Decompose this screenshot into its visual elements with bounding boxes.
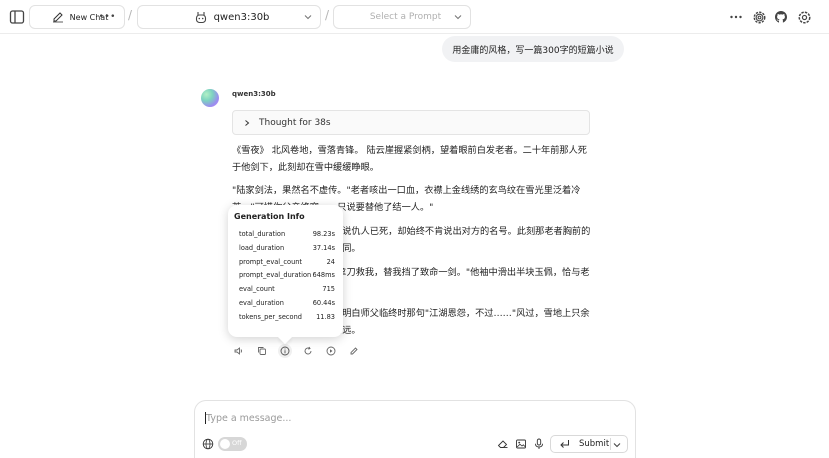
prompt-selector[interactable]: Select a Prompt (333, 5, 471, 29)
new-chat-icon (52, 11, 64, 23)
breadcrumb-separator: / (128, 8, 133, 22)
submit-button[interactable]: Submit (550, 435, 628, 453)
settings-gear-icon[interactable] (795, 8, 813, 26)
gen-info-key: prompt_eval_duration (239, 271, 312, 280)
breadcrumb-separator: / (325, 8, 330, 22)
sidebar-toggle-icon[interactable] (8, 8, 26, 26)
submit-label: Submit (579, 439, 610, 449)
gen-info-value: 11.83 (316, 312, 335, 321)
chevron-down-icon (452, 11, 464, 23)
gen-info-row: total_duration 98.23s (236, 228, 335, 242)
github-icon[interactable] (772, 8, 790, 26)
chevron-down-icon[interactable] (611, 439, 623, 451)
gen-info-key: tokens_per_second (239, 312, 302, 321)
submit-icon (559, 439, 570, 449)
gen-info-value: 715 (322, 285, 335, 294)
microphone-icon[interactable] (533, 438, 545, 450)
gen-info-value: 37.14s (312, 243, 335, 252)
regenerate-icon[interactable] (301, 344, 315, 358)
model-icon (195, 11, 207, 24)
gear-icon[interactable] (750, 8, 768, 26)
response-paragraph: 《雪夜》 北风卷地，雪落青锋。 陆云崖握紧剑柄，望着眼前白发老者。二十年前那人死… (232, 145, 587, 173)
message-composer: Type a message... Off Submit (194, 400, 636, 458)
new-chat-button[interactable]: New Chat ••• (29, 5, 125, 29)
message-actions (232, 344, 370, 358)
gen-info-value: 648ms (312, 271, 335, 280)
assistant-model-name: qwen3:30b (232, 90, 276, 98)
continue-icon[interactable] (324, 344, 338, 358)
more-options-icon[interactable]: ••• (99, 12, 116, 22)
gen-info-row: eval_count 715 (236, 283, 335, 297)
toggle-label: Off (232, 439, 242, 447)
prompt-placeholder: Select a Prompt (369, 12, 442, 22)
chevron-right-icon (243, 119, 251, 127)
info-icon[interactable] (278, 344, 292, 358)
model-avatar (201, 89, 219, 107)
gen-info-key: total_duration (239, 230, 286, 238)
globe-icon[interactable] (202, 438, 214, 450)
chevron-down-icon (302, 11, 314, 23)
gen-info-value: 98.23s (312, 230, 335, 238)
gen-info-row: prompt_eval_duration 648ms (236, 269, 335, 283)
thought-toggle[interactable]: Thought for 38s (232, 110, 590, 135)
image-icon[interactable] (515, 438, 527, 450)
more-icon[interactable] (727, 8, 745, 26)
generation-info-title: Generation Info (234, 212, 305, 221)
copy-icon[interactable] (255, 344, 269, 358)
user-message-bubble: 用金庸的风格，写一篇300字的短篇小说 (442, 36, 624, 62)
gen-info-value: 60.44s (312, 298, 335, 307)
gen-info-row: eval_duration 60.44s (236, 297, 335, 311)
gen-info-key: eval_duration (239, 298, 284, 307)
gen-info-key: eval_count (239, 285, 275, 294)
gen-info-row: load_duration 37.14s (236, 242, 335, 256)
message-input[interactable]: Type a message... (206, 413, 291, 424)
gen-info-value: 24 (326, 257, 335, 266)
thought-label: Thought for 38s (259, 117, 331, 128)
generation-info-tooltip: Generation Info total_duration 98.23s lo… (228, 205, 343, 345)
top-bar: New Chat ••• / qwen3:30b / Select a Prom… (0, 0, 829, 34)
toggle-knob (220, 439, 230, 449)
gen-info-row: tokens_per_second 11.83 (236, 311, 335, 325)
gen-info-key: load_duration (239, 243, 285, 252)
read-aloud-icon[interactable] (232, 344, 246, 358)
web-search-toggle[interactable]: Off (218, 437, 247, 451)
edit-pencil-icon[interactable] (347, 344, 361, 358)
model-selected-label: qwen3:30b (213, 11, 270, 23)
eraser-icon[interactable] (497, 438, 509, 450)
gen-info-row: prompt_eval_count 24 (236, 256, 335, 270)
model-selector[interactable]: qwen3:30b (137, 5, 321, 29)
tooltip-arrow (277, 329, 293, 345)
gen-info-key: prompt_eval_count (239, 257, 303, 266)
